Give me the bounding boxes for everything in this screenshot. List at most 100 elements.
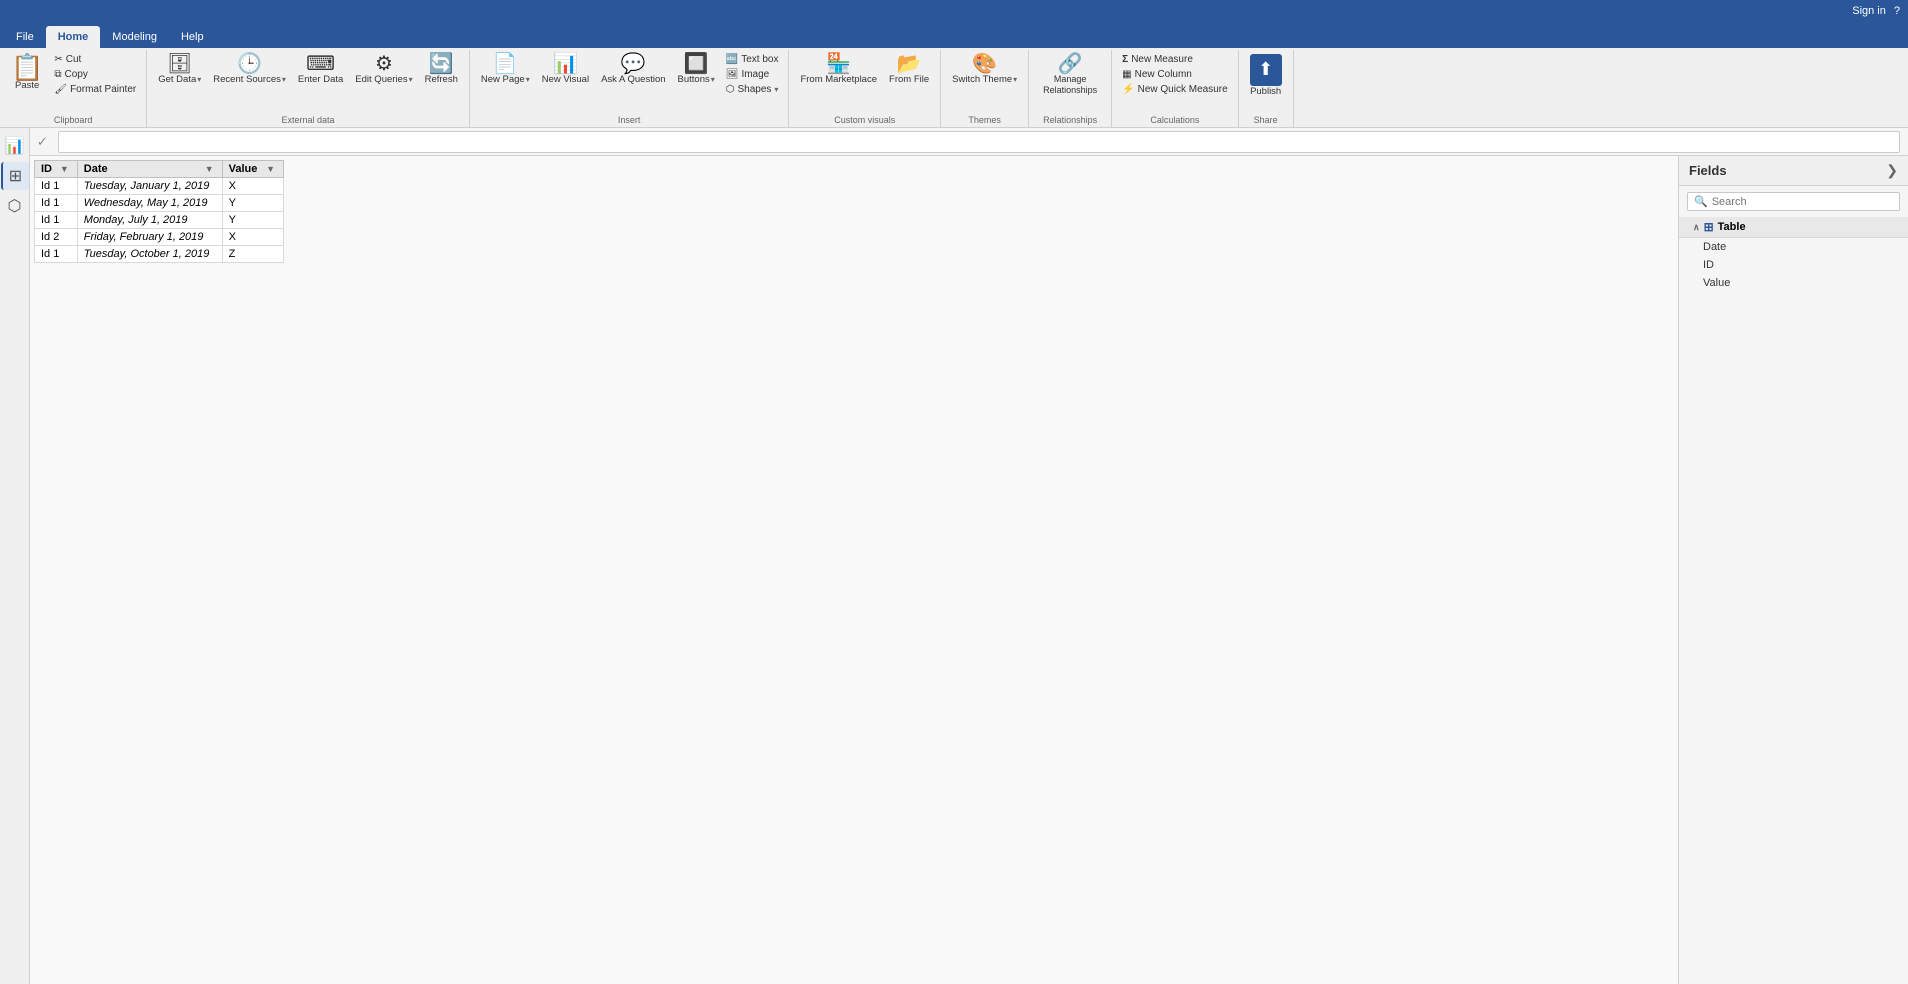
- cell-date: Tuesday, October 1, 2019: [77, 246, 222, 263]
- edit-queries-icon: ⚙: [375, 54, 393, 74]
- cell-id: Id 1: [35, 195, 78, 212]
- field-name: ID: [1703, 259, 1714, 271]
- col-header-id: ID ▼: [35, 161, 78, 178]
- paste-button[interactable]: 📋 Paste: [6, 52, 48, 93]
- signin-link[interactable]: Sign in: [1852, 5, 1886, 17]
- sidebar-report-icon[interactable]: 📊: [1, 132, 29, 160]
- formula-input[interactable]: [58, 131, 1900, 153]
- ask-question-button[interactable]: 💬 Ask A Question: [596, 52, 670, 87]
- title-bar: Sign in ?: [0, 0, 1908, 22]
- image-button[interactable]: 🖼 Image: [722, 67, 783, 82]
- col-filter-date[interactable]: ▼: [203, 164, 216, 174]
- buttons-button[interactable]: 🔲 Buttons ▾: [673, 52, 720, 87]
- ask-question-icon: 💬: [621, 54, 646, 74]
- paste-icon: 📋: [11, 54, 43, 80]
- fields-field-item[interactable]: Value: [1679, 274, 1908, 292]
- cut-button[interactable]: ✂ Cut: [50, 52, 140, 67]
- fields-table-item[interactable]: ∧⊞Table: [1679, 217, 1908, 238]
- help-button[interactable]: ?: [1894, 5, 1900, 17]
- shapes-button[interactable]: ⬡ Shapes ▾: [722, 82, 783, 97]
- sidebar-data-icon[interactable]: ⊞: [1, 162, 29, 190]
- new-column-icon: ▦: [1122, 69, 1131, 80]
- textbox-button[interactable]: 🔤 Text box: [722, 52, 783, 67]
- fields-panel-header: Fields ❯: [1679, 156, 1908, 186]
- new-column-button[interactable]: ▦ New Column: [1118, 67, 1231, 82]
- insert-label: Insert: [618, 113, 641, 125]
- table-row: Id 1Wednesday, May 1, 2019Y: [35, 195, 284, 212]
- ribbon-group-themes: 🎨 Switch Theme ▾ Themes: [941, 50, 1029, 127]
- themes-label: Themes: [968, 113, 1001, 125]
- search-icon: 🔍: [1694, 195, 1708, 208]
- col-filter-id[interactable]: ▼: [58, 164, 71, 174]
- buttons-icon: 🔲: [684, 54, 709, 74]
- new-page-icon: 📄: [493, 54, 518, 74]
- enter-data-icon: ⌨: [306, 54, 335, 74]
- cut-icon: ✂: [54, 54, 62, 65]
- edit-queries-arrow: ▾: [409, 75, 413, 85]
- recent-sources-button[interactable]: 🕒 Recent Sources ▾: [208, 52, 291, 87]
- from-marketplace-icon: 🏪: [826, 54, 851, 74]
- switch-theme-button[interactable]: 🎨 Switch Theme ▾: [947, 52, 1022, 87]
- table-row: Id 1Tuesday, January 1, 2019X: [35, 178, 284, 195]
- ribbon-group-external-data: 🗄 Get Data ▾ 🕒 Recent Sources ▾ ⌨ Enter …: [147, 50, 470, 127]
- cell-date: Monday, July 1, 2019: [77, 212, 222, 229]
- ribbon-group-calculations: Σ New Measure ▦ New Column ⚡ New Quick M…: [1112, 50, 1238, 127]
- format-painter-button[interactable]: 🖌 Format Painter: [50, 82, 140, 97]
- cell-value: Y: [222, 212, 283, 229]
- enter-data-button[interactable]: ⌨ Enter Data: [293, 52, 348, 87]
- cell-id: Id 1: [35, 178, 78, 195]
- tab-file[interactable]: File: [4, 26, 46, 48]
- shapes-icon: ⬡: [726, 84, 735, 95]
- cell-value: X: [222, 178, 283, 195]
- cell-id: Id 2: [35, 229, 78, 246]
- from-file-button[interactable]: 📂 From File: [884, 52, 934, 87]
- tab-home[interactable]: Home: [46, 26, 101, 48]
- from-marketplace-button[interactable]: 🏪 From Marketplace: [795, 52, 882, 87]
- fields-panel-expand-button[interactable]: ❯: [1886, 162, 1898, 179]
- new-page-button[interactable]: 📄 New Page ▾: [476, 52, 535, 87]
- fields-list: ∧⊞Table Date ID Value: [1679, 217, 1908, 292]
- cell-id: Id 1: [35, 212, 78, 229]
- ribbon-group-insert: 📄 New Page ▾ 📊 New Visual 💬 Ask A Questi…: [470, 50, 790, 127]
- custom-visuals-label: Custom visuals: [834, 113, 895, 125]
- col-filter-value[interactable]: ▼: [264, 164, 277, 174]
- refresh-button[interactable]: 🔄 Refresh: [420, 52, 463, 87]
- table-area: ID ▼ Date ▼ Value ▼: [30, 156, 1678, 984]
- table-row: Id 1Monday, July 1, 2019Y: [35, 212, 284, 229]
- ribbon-group-custom-visuals: 🏪 From Marketplace 📂 From File Custom vi…: [789, 50, 941, 127]
- textbox-icon: 🔤: [726, 54, 738, 65]
- share-label: Share: [1254, 113, 1278, 125]
- copy-icon: ⧉: [54, 69, 61, 80]
- ribbon-group-share: ⬆ Publish Share: [1239, 50, 1294, 127]
- cell-date: Wednesday, May 1, 2019: [77, 195, 222, 212]
- insert-small-group: 🔤 Text box 🖼 Image ⬡ Shapes ▾: [722, 52, 783, 97]
- fields-search-input[interactable]: [1712, 196, 1893, 208]
- fields-field-item[interactable]: Date: [1679, 238, 1908, 256]
- new-quick-measure-icon: ⚡: [1122, 84, 1134, 95]
- refresh-icon: 🔄: [429, 54, 454, 74]
- publish-button[interactable]: ⬆ Publish: [1245, 52, 1287, 99]
- get-data-icon: 🗄: [167, 54, 192, 74]
- field-name: Date: [1703, 241, 1726, 253]
- get-data-button[interactable]: 🗄 Get Data ▾: [153, 52, 206, 87]
- edit-queries-button[interactable]: ⚙ Edit Queries ▾: [350, 52, 417, 87]
- fields-panel: Fields ❯ 🔍 ∧⊞Table Date ID Value: [1678, 156, 1908, 984]
- ribbon-tabs: File Home Modeling Help: [0, 22, 1908, 48]
- tab-modeling[interactable]: Modeling: [100, 26, 169, 48]
- new-measure-button[interactable]: Σ New Measure: [1118, 52, 1231, 67]
- calculations-small-group: Σ New Measure ▦ New Column ⚡ New Quick M…: [1118, 52, 1231, 97]
- fields-field-item[interactable]: ID: [1679, 256, 1908, 274]
- fields-table-name: Table: [1718, 221, 1746, 233]
- switch-theme-icon: 🎨: [972, 54, 997, 74]
- fields-collapse-icon: ∧: [1693, 222, 1700, 233]
- copy-button[interactable]: ⧉ Copy: [50, 67, 140, 82]
- new-quick-measure-button[interactable]: ⚡ New Quick Measure: [1118, 82, 1231, 97]
- recent-sources-icon: 🕒: [237, 54, 262, 74]
- tab-help[interactable]: Help: [169, 26, 216, 48]
- formula-confirm-button[interactable]: ✓: [33, 132, 52, 152]
- new-visual-icon: 📊: [553, 54, 578, 74]
- sidebar-model-icon[interactable]: ⬡: [1, 192, 29, 220]
- new-visual-button[interactable]: 📊 New Visual: [537, 52, 594, 87]
- main-area: ID ▼ Date ▼ Value ▼: [30, 156, 1908, 984]
- manage-relationships-button[interactable]: 🔗 Manage Relationships: [1035, 52, 1105, 98]
